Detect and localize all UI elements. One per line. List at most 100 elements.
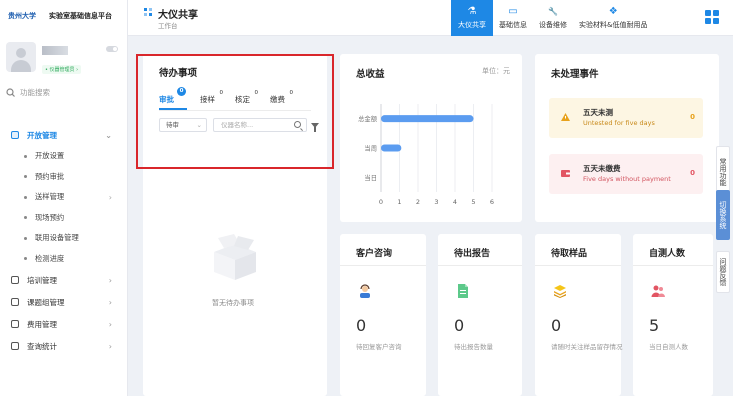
workbench-icon: [144, 8, 152, 16]
event-unpaid[interactable]: 五天未缴费 Five days without payment 0: [549, 154, 703, 194]
stat-card-consultation[interactable]: 客户咨询 0 待回复客户咨询: [340, 234, 426, 396]
sidebar-item-test-progress[interactable]: 检测进度: [0, 249, 128, 270]
theme-toggle[interactable]: [106, 46, 118, 52]
nav-group-label: 开放管理: [27, 130, 57, 140]
tab-label: 设备维修: [539, 20, 567, 29]
tab-label: 大仪共享: [458, 20, 486, 29]
sidebar-item-sample-management[interactable]: 送样管理 ›: [0, 187, 128, 208]
sidebar-item-label: 预约审批: [35, 171, 65, 181]
sidebar-item-label: 检测进度: [35, 253, 65, 263]
nav-group-training[interactable]: 培训管理 ›: [0, 269, 128, 291]
stat-value: 5: [649, 316, 660, 335]
x-tick-label: 6: [490, 198, 494, 206]
revenue-chart: 0 1 2 3 4 5 6 总金额当周当日: [358, 104, 494, 206]
nav-group-label: 课题组管理: [27, 297, 65, 307]
stat-title: 待出报告: [454, 249, 491, 259]
float-tab-feedback[interactable]: 问题反馈: [716, 251, 730, 293]
float-tab-label: 切换系统: [719, 201, 727, 229]
category-label: 当日: [364, 173, 377, 182]
university-logo: 贵州大学: [8, 11, 36, 20]
report-icon: [458, 284, 468, 298]
sidebar-item-linked-equipment[interactable]: 联用设备管理: [0, 228, 128, 249]
open-management-icon: [11, 131, 19, 139]
x-tick-label: 5: [471, 198, 475, 206]
sidebar-item-onsite-booking[interactable]: 现场预约: [0, 208, 128, 229]
function-search-label: 功能搜索: [20, 88, 50, 97]
module-tabs: ⚗ 大仪共享 ▭ 基础信息 🔧 设备维修 ❖ 实验材料&低值耐用品: [451, 0, 653, 36]
nav-group-statistics[interactable]: 查询统计 ›: [0, 335, 128, 357]
stat-divider: [438, 265, 522, 266]
tab-label: 基础信息: [499, 20, 527, 29]
event-title: 五天未测: [583, 108, 613, 117]
flask-icon: ⚗: [467, 5, 477, 17]
float-tab-label: 问题反馈: [719, 258, 727, 286]
float-tab-label: 常用功能: [719, 158, 727, 186]
role-badge[interactable]: • 仪器管理员 ›: [42, 65, 82, 74]
user-card[interactable]: • 仪器管理员 ›: [6, 42, 120, 76]
sidebar-item-booking-approval[interactable]: 预约审批: [0, 167, 128, 188]
empty-box-icon: [214, 234, 256, 280]
stat-card-self-test[interactable]: 自测人数 5 当日自测人数: [633, 234, 713, 396]
x-tick-label: 1: [397, 198, 401, 206]
event-count: 0: [690, 169, 695, 177]
stat-title: 客户咨询: [356, 249, 393, 259]
platform-title: 实验室基础信息平台: [49, 12, 112, 20]
search-icon: [6, 88, 15, 97]
category-label: 当周: [364, 144, 377, 153]
nav-group-open-management[interactable]: 开放管理 ⌄: [0, 124, 128, 146]
user-name: [42, 46, 68, 55]
nav-group-label: 培训管理: [27, 275, 57, 285]
sidebar-item-label: 开放设置: [35, 151, 65, 161]
x-tick-label: 3: [434, 198, 438, 206]
brand[interactable]: 贵州大学 实验室基础信息平台: [8, 8, 112, 24]
events-title: 未处理事件: [551, 69, 599, 80]
sidebar-item-label: 现场预约: [35, 212, 65, 222]
tab-instrument-sharing[interactable]: ⚗ 大仪共享: [451, 0, 493, 36]
revenue-panel: 总收益 单位：元 0 1 2 3 4 5 6 总金额 当周 当日: [340, 54, 522, 222]
bar: [381, 144, 402, 152]
tab-basic-info[interactable]: ▭ 基础信息: [493, 0, 533, 36]
sidebar-nav: 开放管理 ⌄ 开放设置 预约审批 送样管理 › 现场预约 联用设备管理 检测进度 …: [0, 124, 128, 357]
x-tick-label: 4: [453, 198, 457, 206]
sample-stack-icon: [554, 285, 566, 298]
wrench-icon: 🔧: [548, 6, 558, 16]
stat-value: 0: [454, 316, 465, 335]
stat-value: 0: [356, 316, 367, 335]
chevron-right-icon: ›: [108, 341, 112, 351]
sidebar-item-open-settings[interactable]: 开放设置: [0, 146, 128, 167]
bar: [381, 115, 474, 123]
stat-title: 待取样品: [551, 249, 588, 259]
stat-description: 待回复客户咨询: [356, 343, 402, 351]
float-tab-switch-system[interactable]: 切换系统: [716, 190, 730, 240]
event-title: 五天未缴费: [583, 164, 621, 173]
sidebar-item-label: 联用设备管理: [35, 233, 79, 243]
customer-service-icon: [360, 284, 370, 298]
statistics-icon: [11, 342, 19, 350]
warning-icon: [561, 113, 570, 121]
function-search[interactable]: 功能搜索: [6, 87, 50, 98]
nav-group-research-group[interactable]: 课题组管理 ›: [0, 291, 128, 313]
wallet-icon: [561, 170, 570, 177]
nav-group-fees[interactable]: 费用管理 ›: [0, 313, 128, 335]
empty-state-text: 暂无待办事项: [212, 299, 254, 307]
boxes-icon: ❖: [608, 5, 618, 17]
sidebar-item-label: 送样管理: [35, 192, 65, 202]
app-grid-icon[interactable]: [705, 10, 719, 24]
x-tick-label: 0: [379, 198, 383, 206]
event-untested[interactable]: 五天未测 Untested for five days 0: [549, 98, 703, 138]
stat-description: 待出报告数量: [454, 343, 493, 351]
stat-value: 0: [551, 316, 562, 335]
page-title: 大仪共享: [158, 10, 198, 21]
tab-lab-materials[interactable]: ❖ 实验材料&低值耐用品: [573, 0, 653, 36]
tab-label: 实验材料&低值耐用品: [579, 20, 648, 29]
avatar: [6, 42, 36, 72]
top-bar: 大仪共享 工作台 ⚗ 大仪共享 ▭ 基础信息 🔧 设备维修 ❖ 实验材料&低值耐…: [128, 0, 733, 36]
stat-card-pending-reports[interactable]: 待出报告 0 待出报告数量: [438, 234, 522, 396]
tab-equipment-repair[interactable]: 🔧 设备维修: [533, 0, 573, 36]
page-subtitle: 工作台: [158, 22, 178, 30]
stat-divider: [633, 265, 713, 266]
stat-card-pending-samples[interactable]: 待取样品 0 请随时关注样品留存情况: [535, 234, 623, 396]
people-icon: [651, 285, 665, 297]
fees-icon: [11, 320, 19, 328]
chevron-right-icon: ›: [108, 192, 112, 202]
